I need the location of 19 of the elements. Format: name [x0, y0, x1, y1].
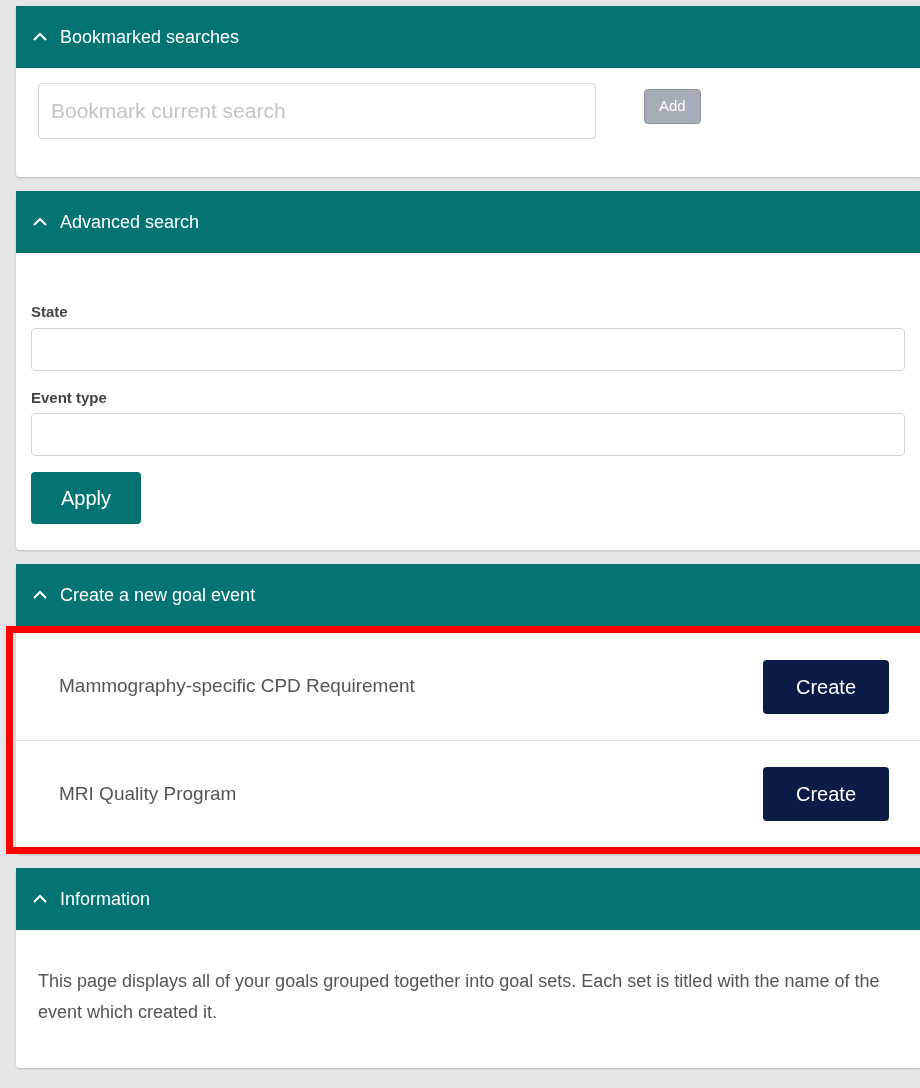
chevron-up-icon: [32, 590, 48, 600]
text-field[interactable]: [31, 413, 905, 456]
chevron-up-icon: [32, 217, 48, 227]
chevron-up-icon: [32, 32, 48, 42]
event-name: MRI Quality Program: [59, 781, 237, 806]
field-label: Event type: [31, 387, 108, 408]
chevron-up-icon: [32, 894, 48, 904]
section-header[interactable]: Create a new goal event: [16, 564, 920, 626]
section-header[interactable]: Bookmarked searches: [16, 6, 920, 68]
create-button[interactable]: Create: [763, 659, 889, 714]
bookmark-field[interactable]: Bookmark current search: [38, 83, 596, 139]
event-name: Mammography-specific CPD Requirement: [59, 674, 415, 699]
info-text: This page displays all of your goals grouped together into goal sets. Each set is titled with the name of the event which created it.: [38, 970, 881, 1024]
create-button[interactable]: Create: [763, 767, 889, 821]
section-header[interactable]: Information: [16, 868, 920, 930]
text-field[interactable]: [31, 327, 905, 371]
apply-button[interactable]: Apply: [31, 472, 142, 524]
field-label: State: [31, 302, 69, 322]
section-header[interactable]: Advanced search: [16, 191, 920, 253]
